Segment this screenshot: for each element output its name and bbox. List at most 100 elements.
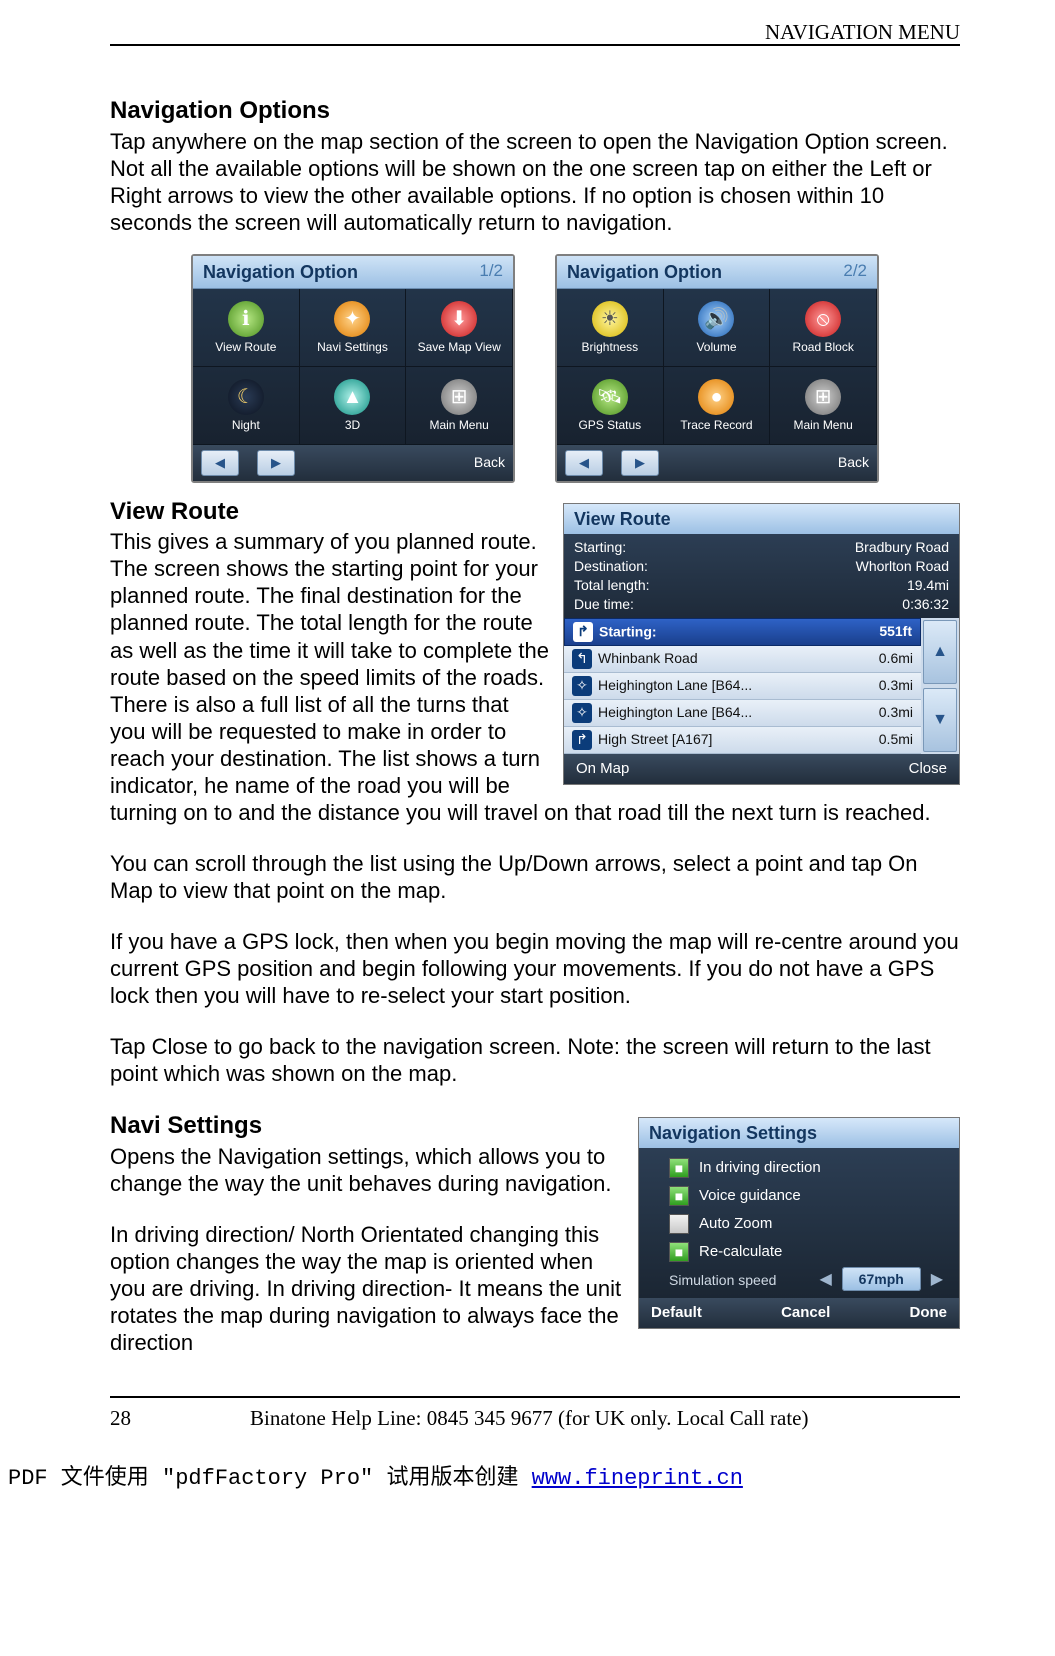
back-button[interactable]: Back xyxy=(838,454,869,471)
save-icon: ⬇ xyxy=(441,301,477,337)
3d-icon: ▲ xyxy=(334,379,370,415)
route-row[interactable]: ↰ Whinbank Road 0.6mi xyxy=(564,646,921,673)
para-view-route-5: Tap Close to go back to the navigation s… xyxy=(110,1033,960,1087)
menu-icon: ⊞ xyxy=(805,379,841,415)
turn-right-icon: ↱ xyxy=(573,622,593,642)
setting-in-driving-direction[interactable]: ■In driving direction xyxy=(669,1154,949,1182)
setting-voice-guidance[interactable]: ■Voice guidance xyxy=(669,1182,949,1210)
route-row[interactable]: ↱High Street [A167]0.5mi xyxy=(564,727,921,754)
summary-dest-label: Destination: xyxy=(574,557,648,576)
nav2-road-block-label: Road Block xyxy=(792,341,853,354)
summary-dest-value: Whorlton Road xyxy=(856,557,949,576)
nav1-main-menu[interactable]: ⊞ Main Menu xyxy=(406,367,513,445)
para-navigation-options: Tap anywhere on the map section of the s… xyxy=(110,128,960,236)
route-row-dist: 0.5mi xyxy=(879,731,913,748)
nav2-road-block[interactable]: ⦸ Road Block xyxy=(770,289,877,367)
close-button[interactable]: Close xyxy=(909,760,947,778)
route-row[interactable]: ✧ Heighington Lane [B64... 0.3mi xyxy=(564,700,921,727)
nav2-page-indicator: 2/2 xyxy=(843,261,867,282)
heading-navigation-options: Navigation Options xyxy=(110,96,960,126)
route-row-dist: 0.6mi xyxy=(879,650,913,667)
route-row-name: Whinbank Road xyxy=(598,650,873,667)
moon-icon: ☾ xyxy=(228,379,264,415)
satellite-icon: 🛰 xyxy=(592,379,628,415)
nav2-main-menu[interactable]: ⊞Main Menu xyxy=(770,367,877,445)
nav1-view-route-label: View Route xyxy=(215,341,276,354)
view-route-screen: View Route Starting: Bradbury Road Destin… xyxy=(563,503,960,785)
roundabout-icon: ✧ xyxy=(572,703,592,723)
sim-speed-value: 67mph xyxy=(842,1267,921,1291)
checkbox-icon: ■ xyxy=(669,1158,689,1178)
summary-starting-label: Starting: xyxy=(574,538,626,557)
nav2-volume[interactable]: 🔊 Volume xyxy=(664,289,771,367)
next-page-button[interactable]: ▶ xyxy=(257,450,295,476)
nav-option-screen-2: Navigation Option 2/2 ☀ Brightness 🔊 Volum… xyxy=(555,254,879,483)
route-row-name: Heighington Lane [B64... xyxy=(598,704,873,721)
nav2-gps-status[interactable]: 🛰 GPS Status xyxy=(557,367,664,445)
on-map-button[interactable]: On Map xyxy=(576,760,629,778)
route-selected-dist: 551ft xyxy=(879,623,912,640)
record-icon: ● xyxy=(698,379,734,415)
route-row[interactable]: ✧ Heighington Lane [B64... 0.3mi xyxy=(564,673,921,700)
route-selected-label: Starting: xyxy=(599,623,657,639)
route-row-name: Heighington Lane [B64... xyxy=(598,677,873,694)
view-route-title: View Route xyxy=(564,504,959,534)
back-button[interactable]: Back xyxy=(474,454,505,471)
summary-starting-value: Bradbury Road xyxy=(855,538,949,557)
scroll-up-button[interactable]: ▲ xyxy=(923,620,957,684)
helpline-text: Binatone Help Line: 0845 345 9677 (for U… xyxy=(250,1406,809,1431)
nav2-trace-record-label: Trace Record xyxy=(680,419,752,432)
brightness-icon: ☀ xyxy=(592,301,628,337)
page-header-title: NAVIGATION MENU xyxy=(765,20,960,45)
nav2-title: Navigation Option xyxy=(567,261,722,283)
compass-icon: ✦ xyxy=(334,301,370,337)
scroll-down-button[interactable]: ▼ xyxy=(923,688,957,752)
checkbox-icon: ■ xyxy=(669,1186,689,1206)
done-button[interactable]: Done xyxy=(909,1304,947,1322)
nav2-gps-status-label: GPS Status xyxy=(578,419,641,432)
cancel-button[interactable]: Cancel xyxy=(781,1304,830,1322)
prev-page-button[interactable]: ◀ xyxy=(565,450,603,476)
menu-icon: ⊞ xyxy=(441,379,477,415)
next-page-button[interactable]: ▶ xyxy=(621,450,659,476)
nav-option-screens: Navigation Option 1/2 ℹView Route ✦ Navi … xyxy=(110,254,960,483)
nav1-3d-label: 3D xyxy=(345,419,360,432)
setting-label: Re-calculate xyxy=(699,1243,782,1261)
pdf-watermark-link[interactable]: www.fineprint.cn xyxy=(532,1466,743,1491)
setting-re-calculate[interactable]: ■Re-calculate xyxy=(669,1238,949,1266)
speed-decrease-button[interactable]: ◀ xyxy=(813,1271,837,1288)
navi-settings-title: Navigation Settings xyxy=(639,1118,959,1148)
speed-increase-button[interactable]: ▶ xyxy=(925,1271,949,1288)
road-block-icon: ⦸ xyxy=(805,301,841,337)
setting-auto-zoom[interactable]: Auto Zoom xyxy=(669,1210,949,1238)
page-number: 28 xyxy=(110,1406,250,1431)
nav1-navi-settings[interactable]: ✦ Navi Settings xyxy=(300,289,407,367)
nav1-page-indicator: 1/2 xyxy=(479,261,503,282)
summary-length-value: 19.4mi xyxy=(907,576,949,595)
volume-icon: 🔊 xyxy=(698,301,734,337)
prev-page-button[interactable]: ◀ xyxy=(201,450,239,476)
turn-left-icon: ↰ xyxy=(572,649,592,669)
nav1-save-map[interactable]: ⬇Save Map View xyxy=(406,289,513,367)
route-selected-row[interactable]: ↱ Starting: 551ft xyxy=(564,618,921,646)
route-row-dist: 0.3mi xyxy=(879,677,913,694)
navi-settings-screen: Navigation Settings ■In driving directio… xyxy=(638,1117,960,1329)
nav1-3d[interactable]: ▲ 3D xyxy=(300,367,407,445)
default-button[interactable]: Default xyxy=(651,1304,702,1322)
nav1-navi-settings-label: Navi Settings xyxy=(317,341,388,354)
route-row-name: High Street [A167] xyxy=(598,731,873,748)
summary-due-label: Due time: xyxy=(574,595,634,614)
nav1-main-menu-label: Main Menu xyxy=(429,419,488,432)
nav2-brightness-label: Brightness xyxy=(581,341,638,354)
nav1-night[interactable]: ☾Night xyxy=(193,367,300,445)
para-view-route-3: You can scroll through the list using th… xyxy=(110,850,960,904)
nav1-view-route[interactable]: ℹView Route xyxy=(193,289,300,367)
nav-option-screen-1: Navigation Option 1/2 ℹView Route ✦Navi … xyxy=(191,254,515,483)
sim-speed-label: Simulation speed xyxy=(669,1272,776,1289)
nav2-trace-record[interactable]: ● Trace Record xyxy=(664,367,771,445)
route-row-dist: 0.3mi xyxy=(879,704,913,721)
roundabout-icon: ✧ xyxy=(572,676,592,696)
nav2-volume-label: Volume xyxy=(696,341,736,354)
view-route-summary: Starting: Bradbury Road Destination: Whorl… xyxy=(564,534,959,618)
nav2-brightness[interactable]: ☀ Brightness xyxy=(557,289,664,367)
